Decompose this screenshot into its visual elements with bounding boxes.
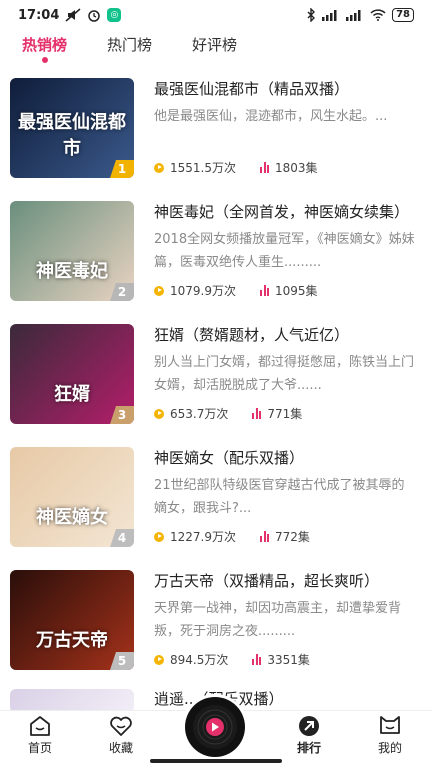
bluetooth-icon (306, 8, 316, 22)
nav-profile[interactable]: 我的 (360, 715, 420, 756)
cellular-signal-icon (322, 9, 340, 21)
episodes-icon (260, 531, 269, 542)
ranking-tabs: 热销榜 热门榜 好评榜 (0, 30, 432, 66)
tab-top-rated[interactable]: 好评榜 (192, 30, 237, 55)
book-cover[interactable]: 狂婿 3 (10, 324, 134, 424)
rank-badge: 2 (110, 283, 134, 301)
book-cover[interactable]: 神医嫡女 4 (10, 447, 134, 547)
record-play-icon (193, 705, 237, 749)
play-count: 1079.9万次 (170, 284, 236, 298)
play-count: 653.7万次 (170, 407, 229, 421)
cover-title: 神医毒妃 (36, 261, 108, 282)
list-item[interactable]: 神医嫡女 4 神医嫡女（配乐双播） 21世纪部队特级医官穿越古代成了被其辱的嫡女… (0, 437, 432, 560)
book-cover[interactable]: 神医毒妃 2 (10, 201, 134, 301)
battery-indicator: 78 (392, 8, 414, 22)
book-description: 他是最强医仙，混迹都市，风生水起。... (154, 109, 388, 124)
list-item[interactable]: 神医毒妃 2 神医毒妃（全网首发，神医嫡女续集） 2018全网女频播放量冠军，《… (0, 191, 432, 314)
alarm-icon (87, 8, 101, 22)
book-cover-partial[interactable] (10, 689, 134, 710)
book-list[interactable]: 最强医仙混都市 1 最强医仙混都市（精品双播） 他是最强医仙，混迹都市，风生水起… (0, 68, 432, 710)
nav-ranking[interactable]: 排行 (279, 715, 339, 756)
cellular-signal-2-icon (346, 9, 364, 21)
book-title[interactable]: 狂婿（赘婿题材，人气近亿） (154, 325, 416, 345)
episodes-icon (260, 162, 269, 173)
nav-favorites[interactable]: 收藏 (91, 715, 151, 756)
episode-count: 1095集 (275, 284, 318, 298)
rank-badge: 4 (110, 529, 134, 547)
cover-title: 最强医仙混都市 (18, 112, 126, 159)
play-count-icon (154, 285, 164, 296)
episode-count: 772集 (275, 530, 310, 544)
home-indicator (150, 759, 282, 763)
cover-title: 万古天帝 (36, 630, 108, 651)
status-bar: 17:04 ◎ 78 (0, 0, 432, 30)
list-item[interactable]: 万古天帝 5 万古天帝（双播精品，超长爽听） 天界第一战神，却因功高震主，却遭挚… (0, 560, 432, 683)
list-item[interactable]: 狂婿 3 狂婿（赘婿题材，人气近亿） 别人当上门女婿，都过得挺憋屈，陈铁当上门女… (0, 314, 432, 437)
episodes-icon (252, 408, 262, 419)
nav-label: 我的 (377, 741, 402, 755)
tab-label: 热销榜 (22, 36, 68, 54)
book-title[interactable]: 神医毒妃（全网首发，神医嫡女续集） (154, 202, 416, 222)
play-count: 1551.5万次 (170, 161, 236, 175)
book-title[interactable]: 最强医仙混都市（精品双播） (154, 79, 416, 99)
cover-title: 狂婿 (54, 384, 90, 405)
book-cover[interactable]: 万古天帝 5 (10, 570, 134, 670)
book-description: 天界第一战神，却因功高震主，却遭挚爱背叛，死于洞房之夜......... (154, 601, 402, 639)
wifi-icon (370, 9, 386, 21)
book-cover[interactable]: 最强医仙混都市 1 (10, 78, 134, 178)
book-title[interactable]: 神医嫡女（配乐双播） (154, 448, 416, 468)
play-count-icon (154, 654, 164, 665)
tab-bestseller[interactable]: 热销榜 (22, 30, 68, 63)
play-count: 1227.9万次 (170, 530, 236, 544)
status-time: 17:04 (18, 7, 60, 23)
nav-label: 排行 (296, 741, 321, 755)
app-notification-icon: ◎ (107, 8, 122, 22)
rank-badge: 1 (110, 160, 134, 178)
play-count-icon (154, 162, 164, 173)
active-tab-indicator (41, 57, 48, 63)
play-count-icon (154, 408, 164, 419)
tab-popular[interactable]: 热门榜 (107, 30, 152, 55)
list-item[interactable]: 最强医仙混都市 1 最强医仙混都市（精品双播） 他是最强医仙，混迹都市，风生水起… (0, 68, 432, 191)
player-button[interactable] (185, 697, 245, 757)
home-icon (30, 716, 50, 736)
episode-count: 771集 (267, 407, 303, 421)
tab-label: 好评榜 (192, 36, 238, 54)
mute-icon (65, 8, 81, 22)
rank-badge: 3 (110, 406, 134, 424)
book-description: 2018全网女频播放量冠军，《神医嫡女》姊妹篇，医毒双绝传人重生........… (154, 232, 415, 270)
episodes-icon (252, 654, 262, 665)
nav-label: 收藏 (108, 741, 133, 755)
nav-label: 首页 (27, 741, 52, 755)
book-title[interactable]: 万古天帝（双播精品，超长爽听） (154, 571, 416, 591)
heart-icon (110, 716, 132, 736)
rank-badge: 5 (110, 652, 134, 670)
play-count: 894.5万次 (170, 653, 229, 667)
ranking-icon (299, 716, 319, 736)
book-description: 21世纪部队特级医官穿越古代成了被其辱的嫡女，跟我斗?... (154, 478, 405, 516)
nav-home[interactable]: 首页 (10, 715, 70, 756)
tab-label: 热门榜 (107, 36, 153, 54)
profile-icon (380, 716, 400, 734)
play-count-icon (154, 531, 164, 542)
episode-count: 1803集 (275, 161, 318, 175)
cover-title: 神医嫡女 (36, 507, 108, 528)
episodes-icon (260, 285, 269, 296)
episode-count: 3351集 (267, 653, 310, 667)
book-description: 别人当上门女婿，都过得挺憋屈，陈铁当上门女婿，却活脱脱成了大爷...... (154, 355, 415, 393)
